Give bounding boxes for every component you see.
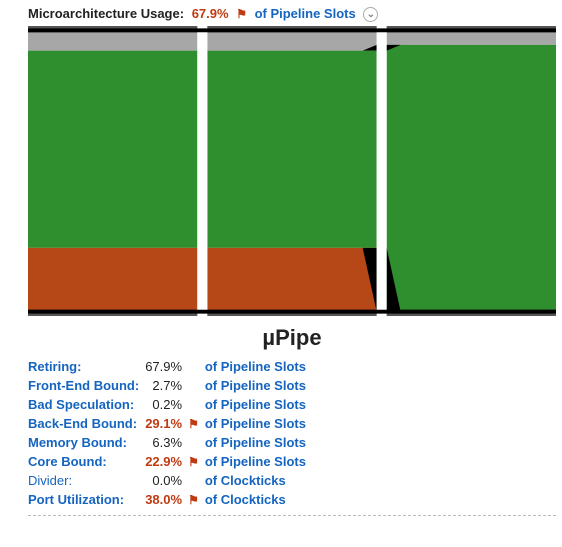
metric-value: 22.9% <box>145 452 188 471</box>
header-line: Microarchitecture Usage: 67.9% ⚑ of Pipe… <box>28 6 556 22</box>
flag-icon <box>188 395 205 414</box>
metric-label[interactable]: Core Bound: <box>28 454 107 469</box>
metric-label[interactable]: Memory Bound: <box>28 435 127 450</box>
metric-label[interactable]: Front-End Bound: <box>28 378 139 393</box>
header-unit-link[interactable]: of Pipeline Slots <box>255 6 356 21</box>
header-value: 67.9% <box>192 6 229 21</box>
metric-value: 0.2% <box>145 395 188 414</box>
header-label: Microarchitecture Usage: <box>28 6 184 21</box>
metric-value: 2.7% <box>145 376 188 395</box>
flag-icon: ⚑ <box>188 452 205 471</box>
chevron-down-icon[interactable]: ⌄ <box>363 7 378 22</box>
metric-unit-link[interactable]: of Clockticks <box>205 492 286 507</box>
metric-unit-link[interactable]: of Pipeline Slots <box>205 416 306 431</box>
metric-row: Back-End Bound: 29.1%⚑of Pipeline Slots <box>28 414 312 433</box>
metric-unit-link[interactable]: of Pipeline Slots <box>205 378 306 393</box>
metric-label[interactable]: Back-End Bound: <box>28 416 137 431</box>
metric-row: Divider: 0.0% of Clockticks <box>28 471 312 490</box>
metric-row: Bad Speculation: 0.2% of Pipeline Slots <box>28 395 312 414</box>
flag-icon <box>188 357 205 376</box>
metric-row: Front-End Bound: 2.7% of Pipeline Slots <box>28 376 312 395</box>
metrics-table: Retiring:67.9%of Pipeline SlotsFront-End… <box>28 357 312 509</box>
metric-value: 6.3% <box>145 433 188 452</box>
metric-row: Port Utilization: 38.0%⚑of Clockticks <box>28 490 312 509</box>
metric-value: 38.0% <box>145 490 188 509</box>
flag-icon <box>188 376 205 395</box>
metric-value: 0.0% <box>145 471 188 490</box>
flag-icon <box>188 433 205 452</box>
metric-unit-link[interactable]: of Pipeline Slots <box>205 397 306 412</box>
metric-row: Retiring: 67.9% of Pipeline Slots <box>28 357 312 376</box>
metric-label[interactable]: Divider: <box>28 473 72 488</box>
upipe-diagram <box>28 26 556 316</box>
metric-unit-link[interactable]: of Pipeline Slots <box>205 454 306 469</box>
metric-label[interactable]: Port Utilization: <box>28 492 124 507</box>
metric-unit-link[interactable]: of Pipeline Slots <box>205 359 306 374</box>
metric-unit-link[interactable]: of Pipeline Slots <box>205 435 306 450</box>
metric-value: 29.1% <box>145 414 188 433</box>
flag-icon: ⚑ <box>188 414 205 433</box>
metric-row: Memory Bound: 6.3% of Pipeline Slots <box>28 433 312 452</box>
metric-row: Core Bound: 22.9%⚑of Pipeline Slots <box>28 452 312 471</box>
metric-label[interactable]: Retiring: <box>28 359 81 374</box>
chart-title: µPipe <box>28 325 556 351</box>
metric-value: 67.9% <box>145 357 188 376</box>
flag-icon: ⚑ <box>188 490 205 509</box>
metric-unit-link[interactable]: of Clockticks <box>205 473 286 488</box>
flag-icon <box>188 471 205 490</box>
metric-label[interactable]: Bad Speculation: <box>28 397 134 412</box>
divider-line <box>28 515 556 516</box>
flag-icon: ⚑ <box>236 7 247 21</box>
